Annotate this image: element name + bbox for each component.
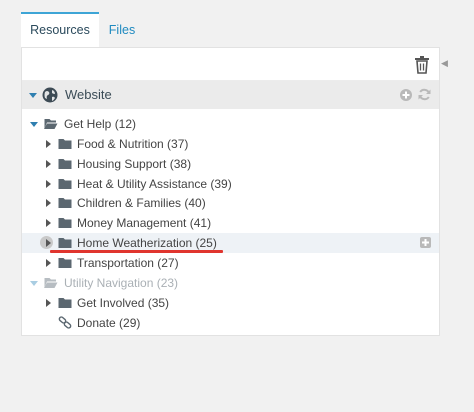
caret-down-icon[interactable] (29, 278, 39, 288)
tree-item-food-and-nutrition[interactable]: Food & Nutrition (37) (22, 134, 439, 154)
folder-icon (58, 297, 72, 308)
tree-item-transportation[interactable]: Transportation (27) (22, 253, 439, 273)
add-child-button[interactable] (420, 237, 431, 249)
trash-icon[interactable] (414, 56, 430, 74)
add-icon[interactable] (400, 89, 412, 101)
tree-item-children-and-families[interactable]: Children & Families (40) (22, 193, 439, 213)
tab-bar: Resources Files (0, 0, 474, 49)
collapse-panel-icon[interactable]: ◀ (441, 57, 448, 69)
folder-icon (58, 138, 72, 149)
tree-item-utility-navigation[interactable]: Utility Navigation (23) (22, 273, 439, 293)
tree-item-label: Get Help (12) (64, 117, 137, 131)
caret-right-icon[interactable] (43, 139, 53, 149)
folder-icon (58, 257, 72, 268)
tree-item-label: Housing Support (38) (77, 156, 192, 171)
tree-toolbar (22, 48, 439, 81)
folder-icon (58, 218, 72, 229)
globe-icon (42, 87, 58, 103)
tree-item-heat-and-utility-assistance[interactable]: Heat & Utility Assistance (39) (22, 174, 439, 194)
tree-item-label: Utility Navigation (23) (64, 275, 179, 290)
tree-item-get-involved[interactable]: Get Involved (35) (22, 293, 439, 313)
caret-right-icon[interactable] (43, 258, 53, 268)
plus-icon (422, 239, 429, 247)
folder-open-icon (44, 277, 58, 288)
tree-item-housing-support[interactable]: Housing Support (38) (22, 154, 439, 174)
tree-item-get-help[interactable]: Get Help (12) (22, 114, 439, 134)
website-context-header[interactable]: Website (22, 81, 439, 109)
folder-icon (58, 198, 72, 209)
caret-right-icon[interactable] (43, 198, 53, 208)
tree-item-label: Children & Families (40) (77, 196, 206, 211)
tree-item-label: Food & Nutrition (37) (77, 136, 189, 151)
tree-item-label: Donate (29) (77, 315, 141, 330)
tab-resources[interactable]: Resources (21, 12, 99, 49)
caret-down-icon[interactable] (28, 90, 38, 100)
tree-item-money-management[interactable]: Money Management (41) (22, 213, 439, 233)
resource-tree-panel: Website Get Help (12) Food & Nutrition (3… (21, 47, 440, 336)
tab-files[interactable]: Files (99, 12, 145, 49)
link-icon (58, 315, 72, 329)
caret-right-icon[interactable] (43, 179, 53, 189)
caret-right-icon[interactable] (43, 218, 53, 228)
tree-item-label: Transportation (27) (77, 255, 179, 270)
tree-item-label: Heat & Utility Assistance (39) (77, 176, 232, 191)
caret-right-icon[interactable] (43, 159, 53, 169)
tree-item-label: Get Involved (35) (77, 295, 170, 310)
folder-icon (58, 178, 72, 189)
caret-down-icon[interactable] (29, 119, 39, 129)
refresh-icon[interactable] (418, 88, 431, 101)
folder-icon (58, 158, 72, 169)
tree-item-label: Money Management (41) (77, 216, 212, 231)
annotation-underline (50, 250, 223, 253)
context-label: Website (65, 87, 112, 102)
caret-right-icon[interactable] (43, 238, 53, 248)
tree-item-donate[interactable]: Donate (29) (22, 313, 439, 333)
caret-right-icon[interactable] (43, 298, 53, 308)
folder-open-icon (44, 119, 58, 129)
folder-icon (58, 238, 72, 249)
